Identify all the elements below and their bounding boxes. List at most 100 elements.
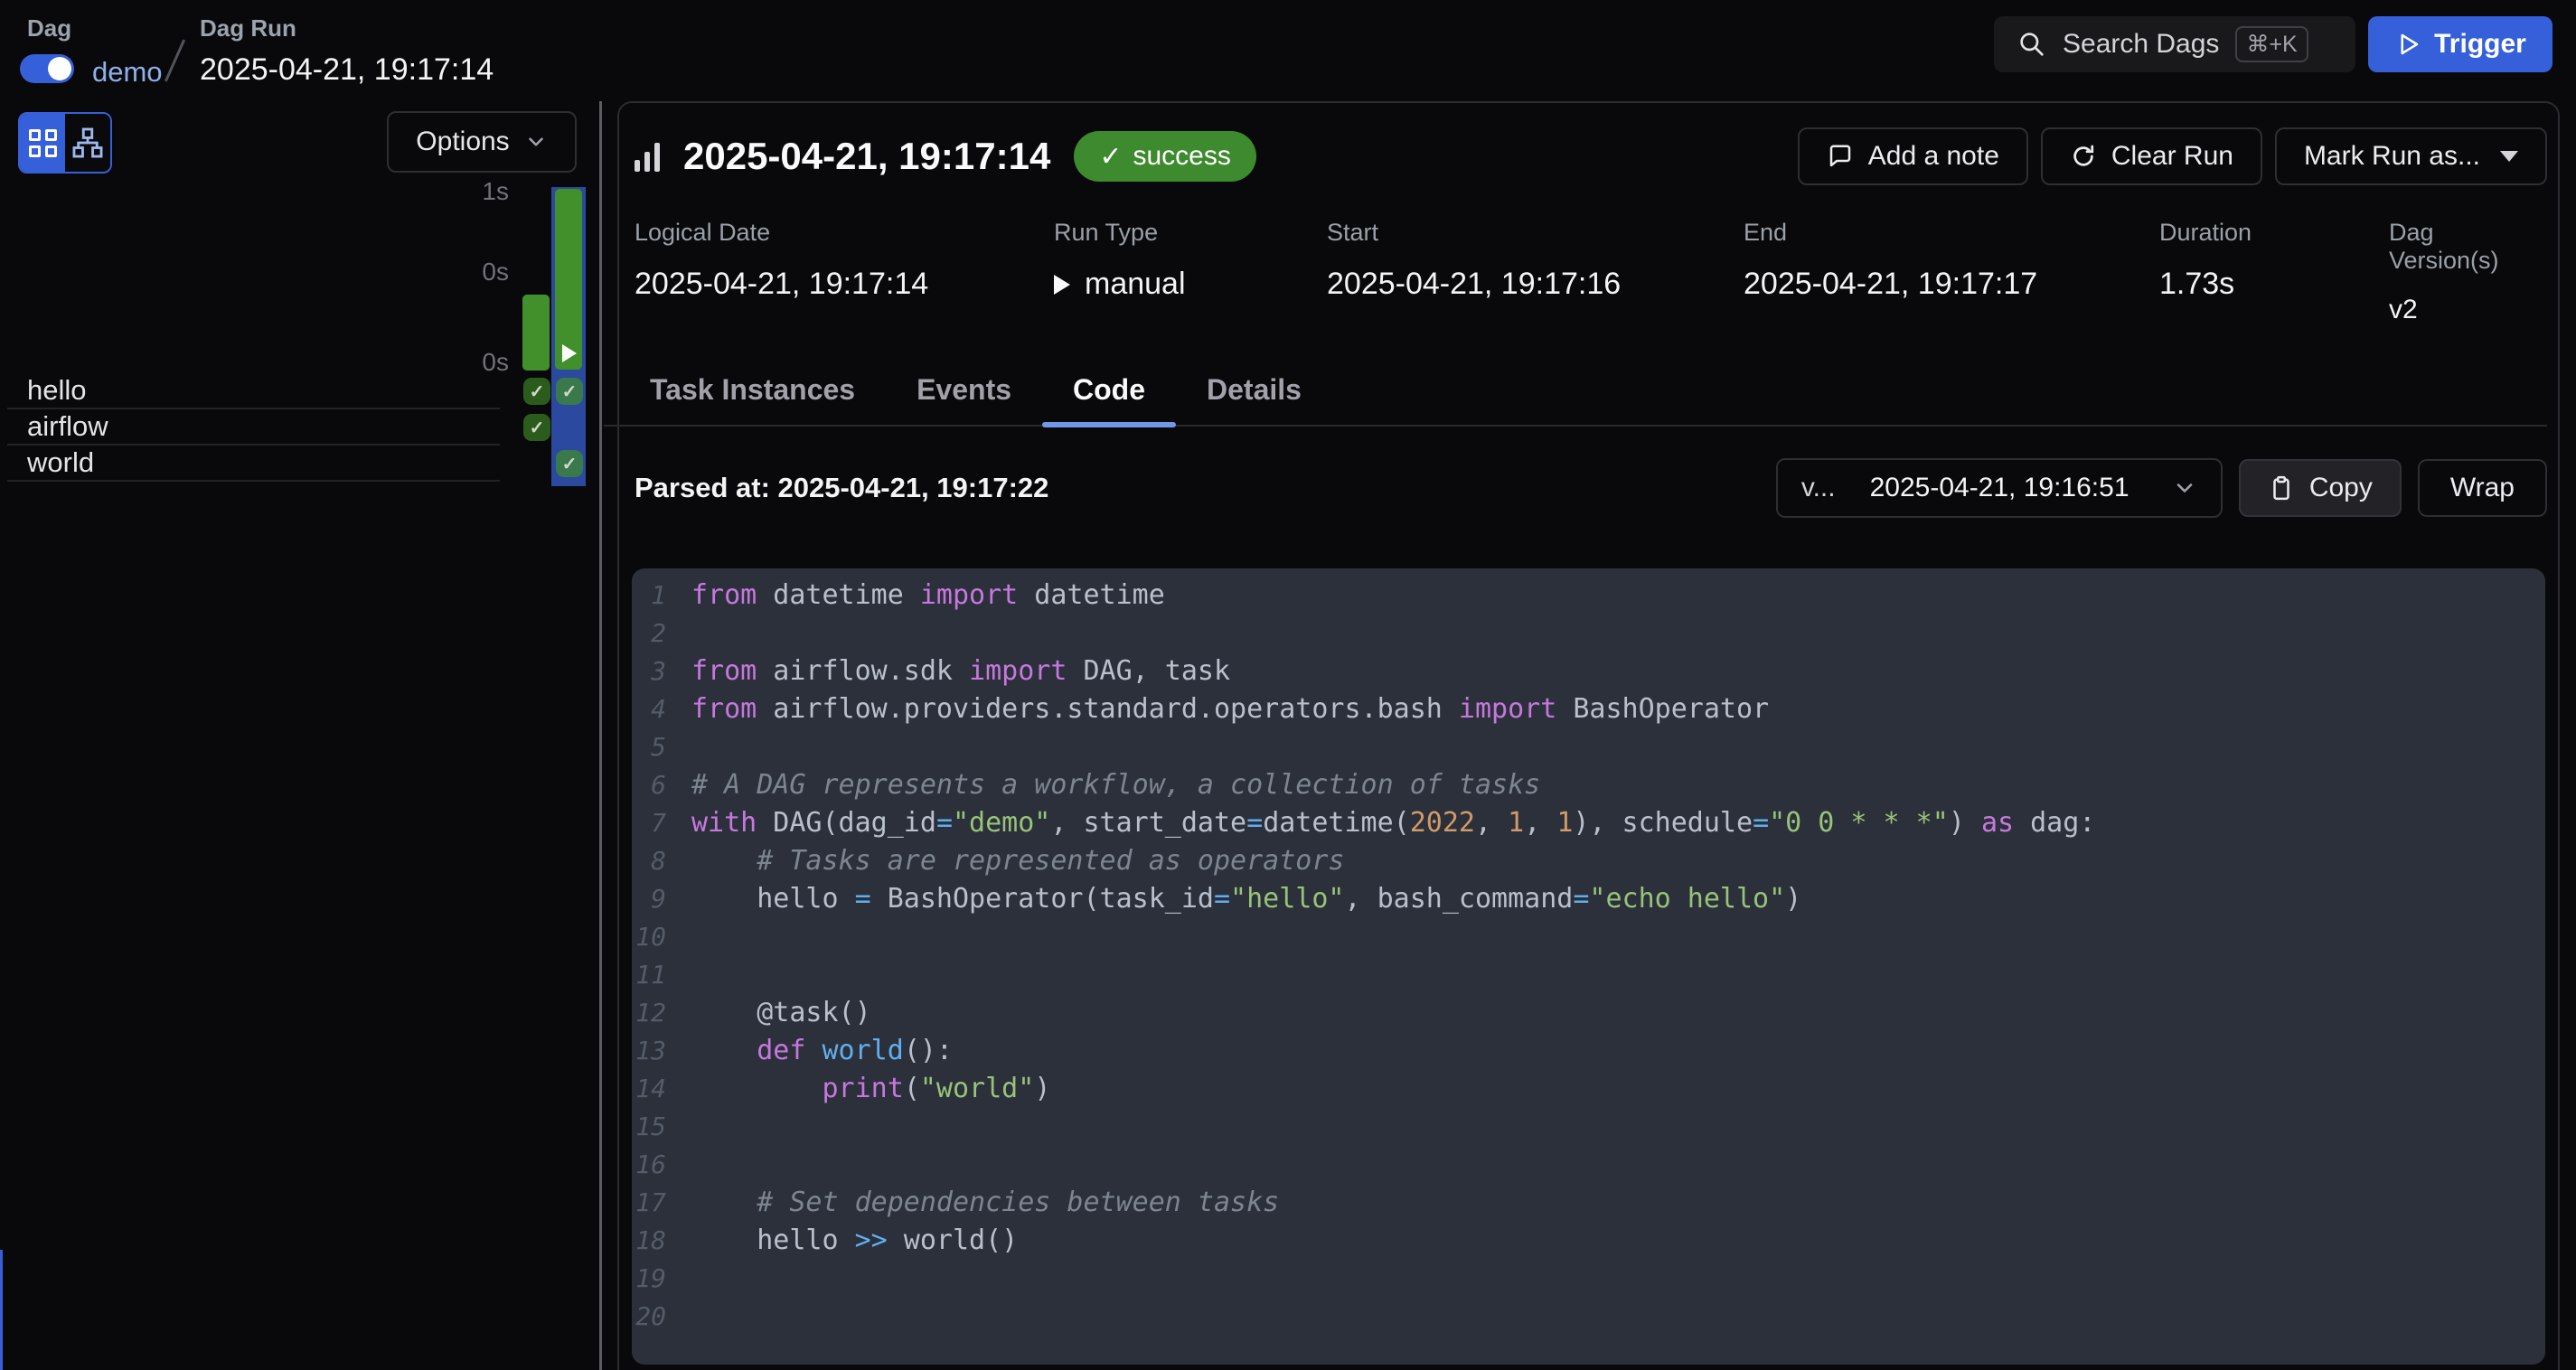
code-line: 20 (632, 1297, 2545, 1335)
bar-chart-icon (635, 141, 660, 172)
line-number: 2 (632, 618, 691, 648)
line-number: 9 (632, 884, 691, 914)
copy-button[interactable]: Copy (2239, 459, 2402, 517)
task-list: helloairflowworld (7, 373, 500, 482)
dagrun-breadcrumb-value: 2025-04-21, 19:17:14 (200, 52, 494, 88)
caret-down-icon (2500, 151, 2518, 162)
left-edge-accent (0, 1250, 3, 1370)
meta-value: 2025-04-21, 19:17:17 (1744, 267, 2037, 302)
dag-name-link[interactable]: demo (92, 56, 163, 89)
tab-task-instances[interactable]: Task Instances (619, 354, 886, 425)
options-button[interactable]: Options (387, 111, 577, 173)
code-line: 1from datetime import datetime (632, 576, 2545, 614)
grid-view-button[interactable] (20, 114, 65, 172)
code-viewer[interactable]: 1from datetime import datetime 2 3from air… (632, 568, 2545, 1365)
run-metadata: Logical Date 2025-04-21, 19:17:14 Run Ty… (635, 219, 2547, 320)
check-icon: ✓ (1099, 141, 1122, 173)
meta-label: Duration (2159, 219, 2252, 247)
dagrun-detail-panel: 2025-04-21, 19:17:14 ✓ success Add a not… (617, 101, 2560, 1370)
search-shortcut-kbd: ⌘+K (2235, 26, 2308, 62)
gantt-axis-label: 0s (455, 258, 509, 286)
code-toolbar: Parsed at: 2025-04-21, 19:17:22 v... 202… (635, 454, 2547, 522)
meta-label: Logical Date (635, 219, 928, 247)
dag-pause-toggle[interactable] (20, 54, 74, 83)
grid-icon (29, 129, 57, 157)
trigger-button[interactable]: Trigger (2368, 16, 2552, 72)
code-line: 8 # Tasks are represented as operators (632, 841, 2545, 879)
copy-label: Copy (2309, 473, 2373, 503)
code-line: 4from airflow.providers.standard.operato… (632, 690, 2545, 727)
meta-run-type: Run Type manual (1054, 219, 1186, 302)
meta-label: Run Type (1054, 219, 1186, 247)
code-line: 18 hello >> world() (632, 1221, 2545, 1259)
task-instance-airflow-success-check[interactable]: ✓ (523, 414, 550, 441)
note-bubble-icon (1827, 143, 1854, 170)
line-number: 14 (632, 1074, 691, 1103)
line-number: 16 (632, 1149, 691, 1179)
code-line: 14 print("world") (632, 1069, 2545, 1107)
task-instance-hello-success-check[interactable]: ✓ (556, 378, 583, 405)
line-number: 6 (632, 770, 691, 800)
graph-view-button[interactable] (65, 114, 110, 172)
task-name[interactable]: airflow (7, 410, 108, 443)
add-note-button[interactable]: Add a note (1798, 127, 2028, 185)
line-number: 10 (632, 922, 691, 952)
task-name[interactable]: world (7, 446, 94, 479)
gantt-axis-label: 1s (455, 177, 509, 206)
task-instance-world-success-check[interactable]: ✓ (556, 450, 583, 477)
tab-code[interactable]: Code (1042, 354, 1176, 425)
code-line: 5 (632, 727, 2545, 765)
panel-resize-handle[interactable] (599, 101, 602, 1370)
line-number: 19 (632, 1263, 691, 1293)
run-actions: Add a note Clear Run Mark Run as... (1798, 127, 2547, 185)
line-number: 15 (632, 1112, 691, 1141)
line-number: 1 (632, 580, 691, 610)
clipboard-icon (2268, 474, 2295, 502)
wrap-button[interactable]: Wrap (2418, 459, 2547, 517)
tab-details[interactable]: Details (1176, 354, 1332, 425)
code-line: 11 (632, 955, 2545, 993)
meta-end: End 2025-04-21, 19:17:17 (1744, 219, 2037, 302)
dag-version-select[interactable]: v... 2025-04-21, 19:16:51 (1776, 458, 2223, 518)
run2-duration-bar[interactable] (555, 189, 582, 370)
mark-run-as-button[interactable]: Mark Run as... (2275, 127, 2547, 185)
code-line: 3from airflow.sdk import DAG, task (632, 652, 2545, 690)
task-row-world[interactable]: world (7, 446, 500, 482)
mark-run-as-label: Mark Run as... (2304, 141, 2480, 172)
line-number: 20 (632, 1301, 691, 1331)
code-line: 16 (632, 1145, 2545, 1183)
task-name[interactable]: hello (7, 374, 87, 407)
clear-run-button[interactable]: Clear Run (2041, 127, 2262, 185)
tab-events[interactable]: Events (886, 354, 1042, 425)
meta-dag-versions: Dag Version(s) v2 (2389, 219, 2547, 325)
line-number: 11 (632, 960, 691, 990)
line-number: 12 (632, 998, 691, 1028)
meta-value: v2 (2389, 295, 2547, 325)
task-instance-hello-success-check[interactable]: ✓ (523, 378, 550, 405)
code-line: 15 (632, 1107, 2545, 1145)
manual-play-icon (1054, 275, 1070, 295)
task-row-hello[interactable]: hello (7, 373, 500, 409)
chevron-down-icon (2172, 475, 2197, 501)
code-line: 9 hello = BashOperator(task_id="hello", … (632, 879, 2545, 917)
meta-start: Start 2025-04-21, 19:17:16 (1327, 219, 1621, 302)
dagrun-breadcrumb-label: Dag Run (200, 14, 296, 42)
graph-icon (71, 126, 105, 160)
version-truncated: v... (1801, 473, 1836, 503)
clear-run-label: Clear Run (2111, 141, 2233, 172)
code-line: 13 def world(): (632, 1031, 2545, 1069)
line-number: 18 (632, 1225, 691, 1255)
search-placeholder: Search Dags (2063, 29, 2219, 60)
code-line: 12 @task() (632, 993, 2545, 1031)
add-note-label: Add a note (1868, 141, 1999, 172)
meta-value: 2025-04-21, 19:17:16 (1327, 267, 1621, 302)
search-dags-input[interactable]: Search Dags ⌘+K (1994, 16, 2355, 72)
line-number: 13 (632, 1036, 691, 1065)
detail-tabs: Task Instances Events Code Details (604, 354, 2547, 427)
meta-label: Dag Version(s) (2389, 219, 2547, 275)
run1-duration-bar[interactable] (522, 295, 550, 371)
line-number: 17 (632, 1187, 691, 1217)
status-badge: ✓ success (1074, 131, 1256, 182)
task-row-airflow[interactable]: airflow (7, 409, 500, 446)
line-number: 8 (632, 846, 691, 876)
